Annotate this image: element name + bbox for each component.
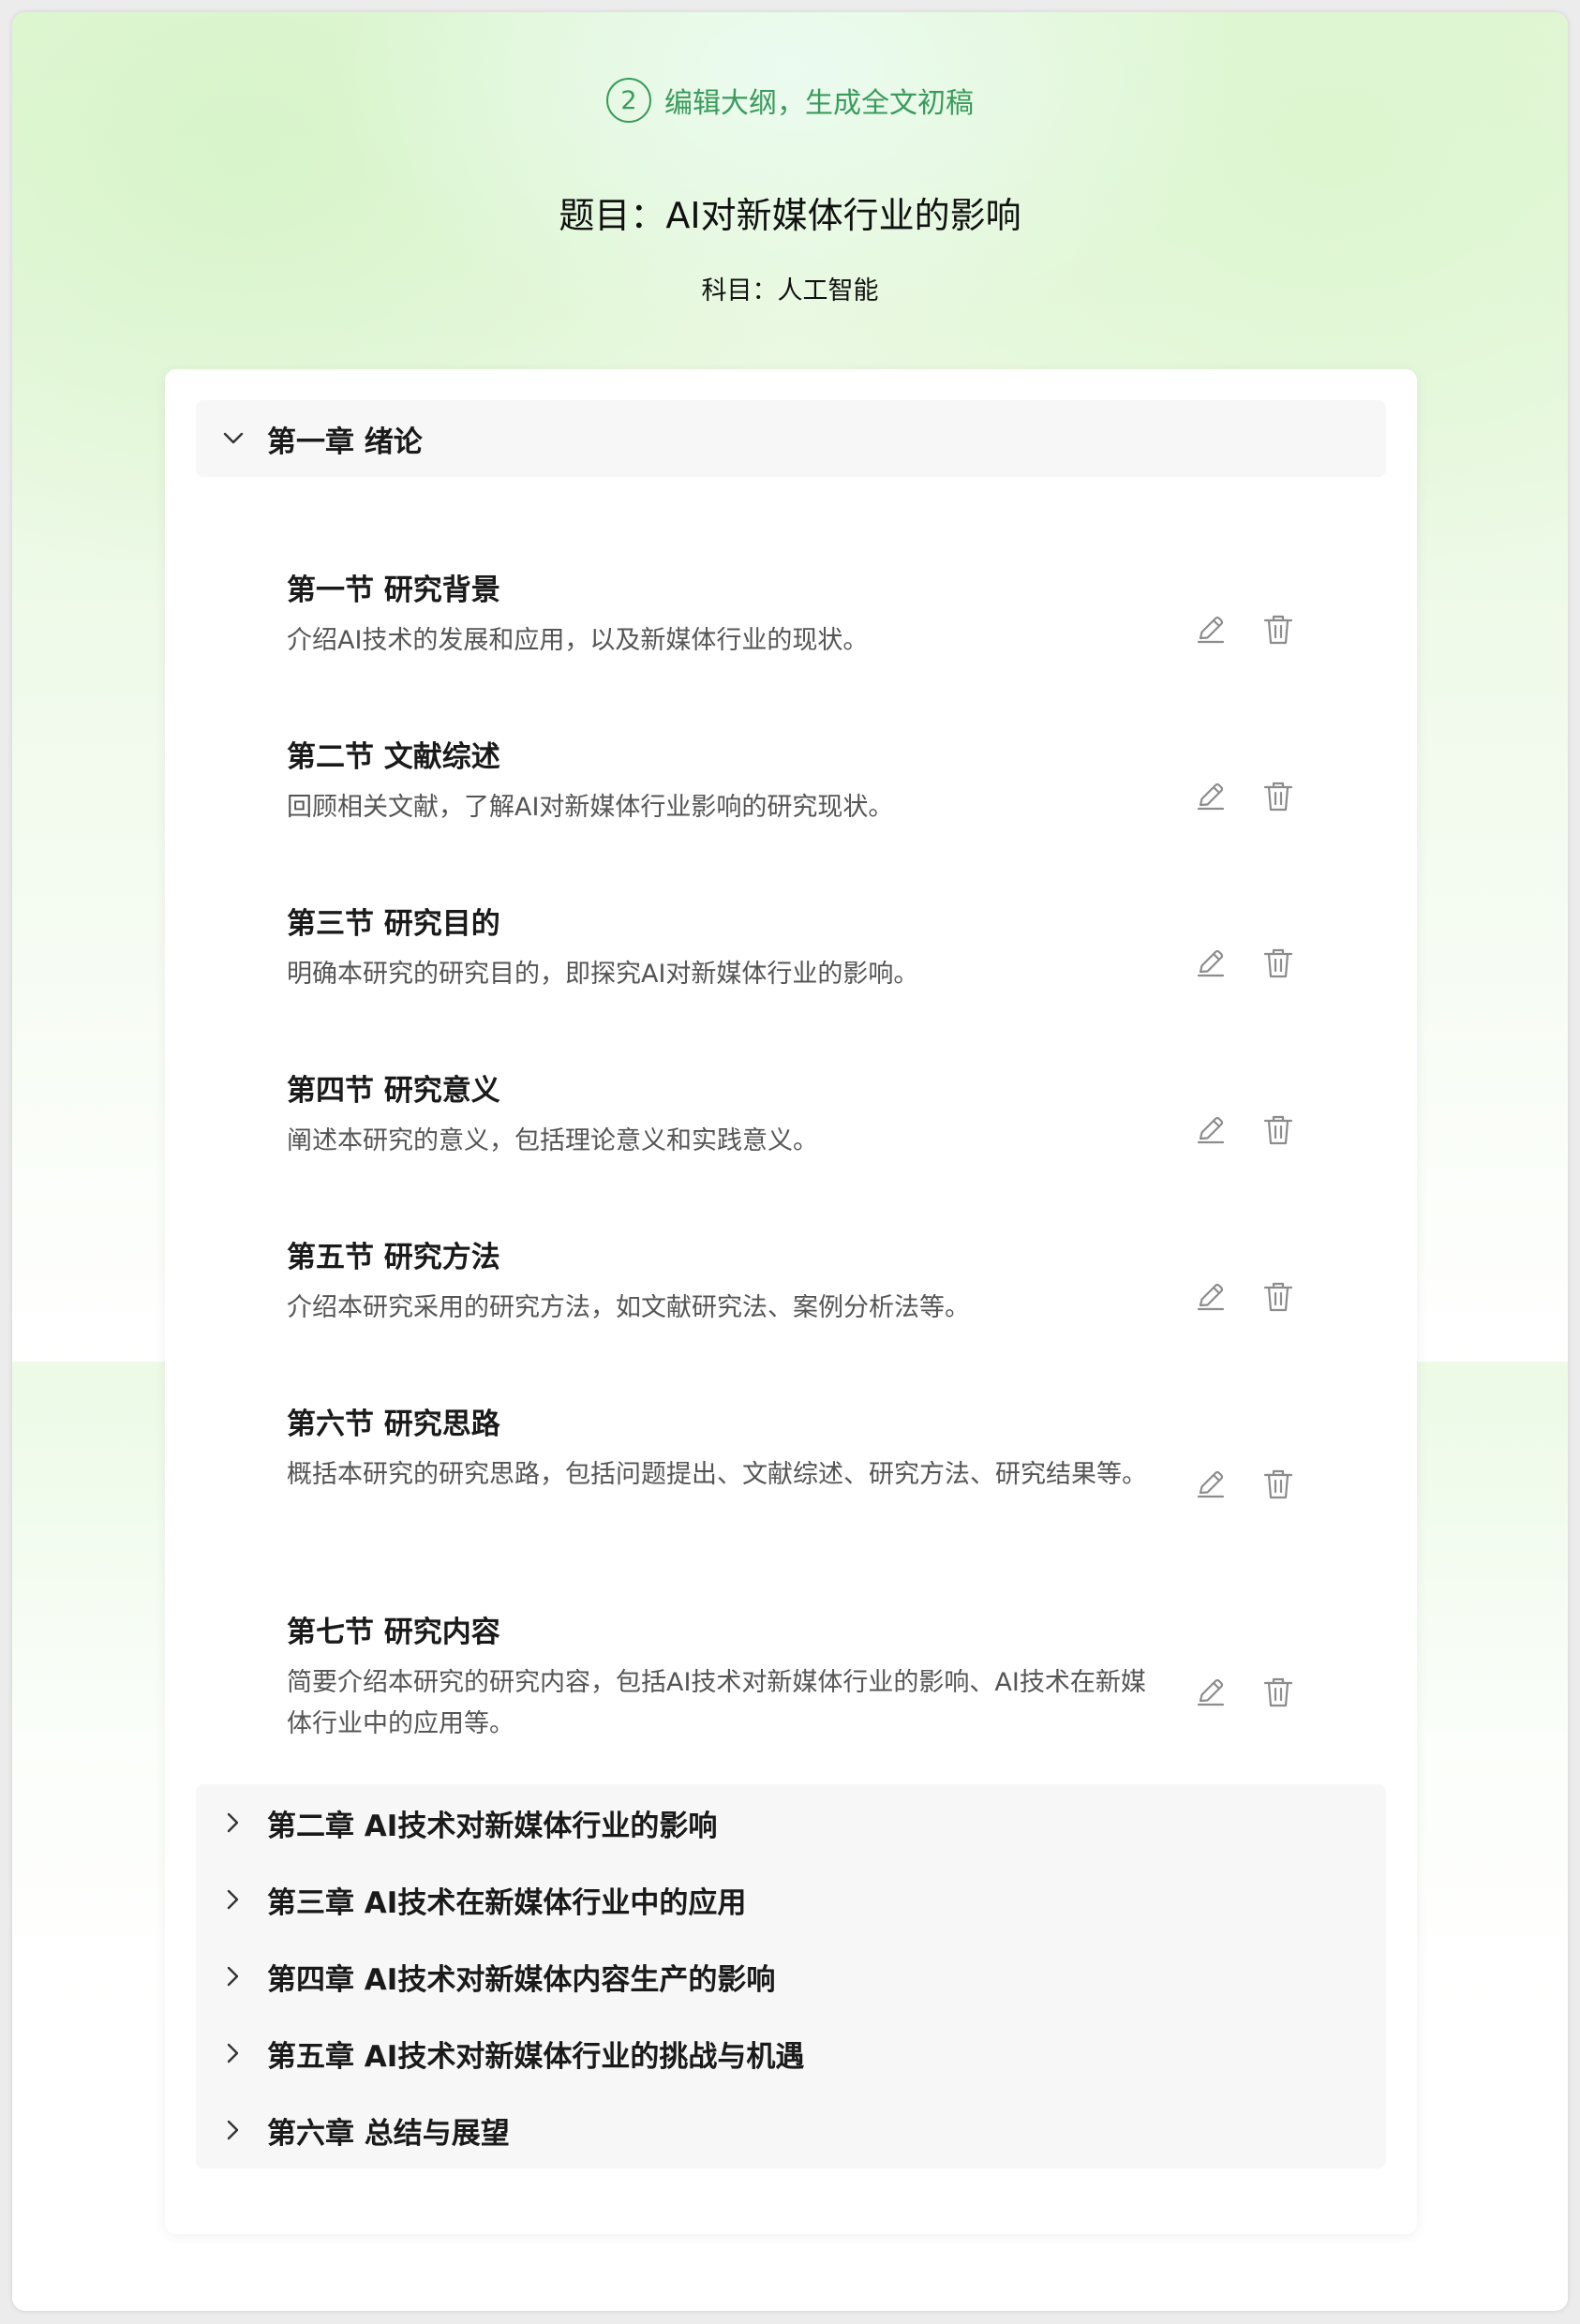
chevron-right-icon [215, 1812, 252, 1833]
delete-button[interactable] [1258, 1672, 1299, 1713]
section-description: 简要介绍本研究的研究内容，包括AI技术对新媒体行业的影响、AI技术在新媒体行业中… [287, 1668, 1146, 1738]
chevron-right-icon [215, 2043, 252, 2063]
trash-icon [1263, 948, 1293, 978]
edit-button[interactable] [1190, 1110, 1231, 1151]
trash-icon [1263, 1469, 1293, 1499]
trash-icon [1263, 782, 1293, 812]
outline-card: 第一章 绪论 第一节 研究背景 介绍AI技术的发展和应用，以及新媒体行业的现状。… [165, 369, 1417, 2234]
chapter-3-header[interactable]: 第三章 AI技术在新媒体行业中的应用 [196, 1861, 1386, 1938]
pencil-icon [1197, 949, 1225, 977]
chapter-label: 第四章 AI技术对新媒体内容生产的影响 [267, 1962, 776, 1997]
section-title: 第六节 研究思路 [287, 1408, 500, 1441]
collapsed-chapter-list: 第二章 AI技术对新媒体行业的影响 第三章 AI技术在新媒体行业中的应用 第四章… [196, 1784, 1386, 2168]
chapter-5-header[interactable]: 第五章 AI技术对新媒体行业的挑战与机遇 [196, 2015, 1386, 2092]
chapter-6-header[interactable]: 第六章 总结与展望 [196, 2092, 1386, 2168]
section-description: 介绍AI技术的发展和应用，以及新媒体行业的现状。 [287, 626, 869, 655]
chapter-label: 第一章 绪论 [267, 425, 423, 459]
step-indicator: 2 编辑大纲，生成全文初稿 [12, 78, 1568, 123]
trash-icon [1263, 1677, 1293, 1707]
chapter-2-header[interactable]: 第二章 AI技术对新媒体行业的影响 [196, 1784, 1386, 1861]
delete-button[interactable] [1258, 1276, 1299, 1318]
pencil-icon [1197, 1116, 1225, 1144]
chevron-right-icon [215, 2120, 252, 2140]
chevron-down-icon [215, 432, 252, 445]
pencil-icon [1197, 1283, 1225, 1311]
chapter-4-header[interactable]: 第四章 AI技术对新媒体内容生产的影响 [196, 1938, 1386, 2015]
edit-button[interactable] [1190, 609, 1231, 650]
section-title: 第二节 文献综述 [287, 740, 500, 774]
section-description: 明确本研究的研究目的，即探究AI对新媒体行业的影响。 [287, 960, 919, 989]
edit-button[interactable] [1190, 1672, 1231, 1713]
section-description: 概括本研究的研究思路，包括问题提出、文献综述、研究方法、研究结果等。 [287, 1460, 1147, 1489]
pencil-icon [1197, 1470, 1225, 1498]
step-label: 编辑大纲，生成全文初稿 [664, 87, 974, 120]
delete-button[interactable] [1258, 776, 1299, 817]
section-title: 第四节 研究意义 [287, 1074, 500, 1108]
section-description: 回顾相关文献，了解AI对新媒体行业影响的研究现状。 [287, 793, 894, 822]
section-title: 第七节 研究内容 [287, 1616, 500, 1649]
chapter-label: 第三章 AI技术在新媒体行业中的应用 [267, 1885, 747, 1920]
section-title: 第一节 研究背景 [287, 574, 500, 607]
app-window: 2 编辑大纲，生成全文初稿 题目：AI对新媒体行业的影响 科目：人工智能 第一章… [12, 12, 1568, 2311]
edit-button[interactable] [1190, 776, 1231, 817]
delete-button[interactable] [1258, 609, 1299, 650]
subject-label: 科目：人工智能 [701, 276, 879, 305]
section-title: 第五节 研究方法 [287, 1241, 500, 1274]
chapter-label: 第五章 AI技术对新媒体行业的挑战与机遇 [267, 2039, 805, 2074]
delete-button[interactable] [1258, 943, 1299, 984]
chevron-right-icon [215, 1889, 252, 1910]
step-number-badge: 2 [606, 78, 651, 123]
pencil-icon [1197, 1678, 1225, 1706]
delete-button[interactable] [1258, 1464, 1299, 1505]
section-title: 第三节 研究目的 [287, 907, 500, 941]
trash-icon [1263, 1115, 1293, 1145]
chevron-right-icon [215, 1966, 252, 1987]
chapter-1-header[interactable]: 第一章 绪论 [196, 400, 1386, 477]
edit-button[interactable] [1190, 943, 1231, 984]
edit-button[interactable] [1190, 1464, 1231, 1505]
edit-button[interactable] [1190, 1276, 1231, 1318]
page-title: 题目：AI对新媒体行业的影响 [559, 195, 1021, 236]
pencil-icon [1197, 782, 1225, 811]
chapter-label: 第二章 AI技术对新媒体行业的影响 [267, 1809, 718, 1843]
chapter-label: 第六章 总结与展望 [267, 2116, 510, 2151]
trash-icon [1263, 615, 1293, 645]
delete-button[interactable] [1258, 1110, 1299, 1151]
trash-icon [1263, 1282, 1293, 1312]
section-description: 阐述本研究的意义，包括理论意义和实践意义。 [287, 1126, 818, 1155]
pencil-icon [1197, 616, 1225, 644]
section-description: 介绍本研究采用的研究方法，如文献研究法、案例分析法等。 [287, 1293, 970, 1322]
